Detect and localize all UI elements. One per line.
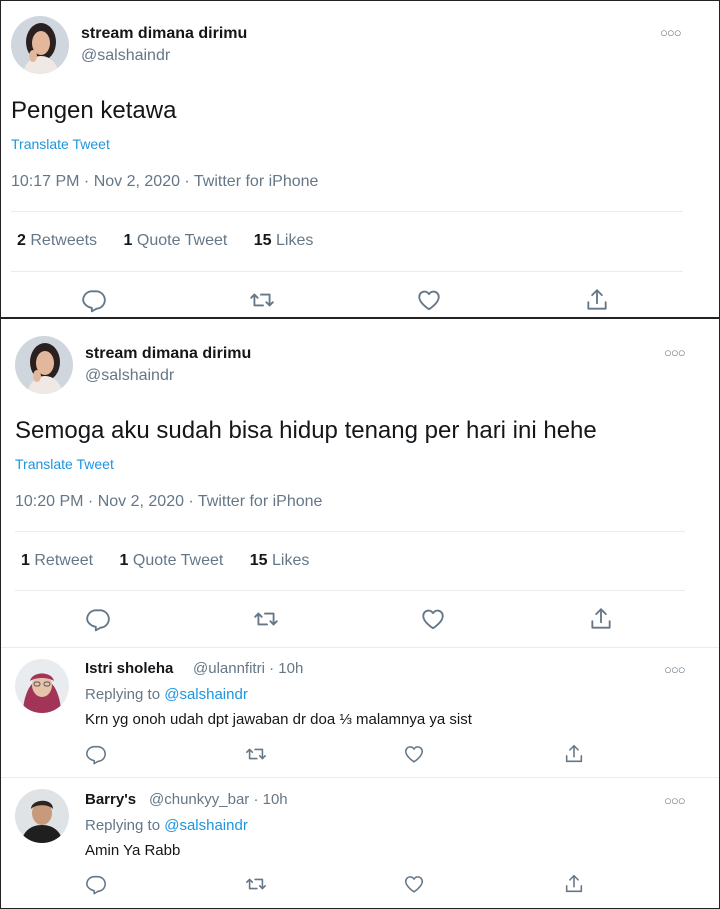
tweet-stats: 1 Retweet 1 Quote Tweet 15 Likes xyxy=(21,552,331,570)
tweet-text: Semoga aku sudah bisa hidup tenang per h… xyxy=(15,417,597,444)
share-icon[interactable] xyxy=(563,873,585,895)
divider xyxy=(11,271,683,272)
avatar[interactable] xyxy=(15,336,73,394)
display-name[interactable]: stream dimana dirimu xyxy=(85,345,251,363)
tweet-timestamp[interactable]: 10:17 PM · Nov 2, 2020 · Twitter for iPh… xyxy=(11,173,318,191)
reply-text: Krn yg onoh udah dpt jawaban dr doa ⅓ ma… xyxy=(85,711,472,728)
mention-link[interactable]: @salshaindr xyxy=(164,686,248,703)
likes-stat[interactable]: 15 Likes xyxy=(250,552,310,569)
heart-icon[interactable] xyxy=(416,287,442,313)
quote-tweets-stat[interactable]: 1 Quote Tweet xyxy=(124,232,228,249)
display-name[interactable]: stream dimana dirimu xyxy=(81,25,247,43)
share-icon[interactable] xyxy=(588,606,614,632)
share-icon[interactable] xyxy=(563,743,585,765)
likes-stat[interactable]: 15 Likes xyxy=(254,232,314,249)
retweet-icon[interactable] xyxy=(253,606,279,632)
divider xyxy=(15,531,685,532)
divider xyxy=(1,647,719,648)
share-icon[interactable] xyxy=(584,287,610,313)
tweet-panel-2: stream dimana dirimu @salshaindr ○○○ Sem… xyxy=(0,318,720,909)
more-horizontal-icon[interactable]: ○○○ xyxy=(664,345,686,360)
retweet-icon[interactable] xyxy=(245,873,267,895)
divider xyxy=(11,211,683,212)
reply-icon[interactable] xyxy=(85,743,107,765)
display-name[interactable]: Istri sholeha xyxy=(85,660,173,677)
quote-tweets-stat[interactable]: 1 Quote Tweet xyxy=(120,552,224,569)
reply-text: Amin Ya Rabb xyxy=(85,842,181,859)
heart-icon[interactable] xyxy=(420,606,446,632)
divider xyxy=(15,590,685,591)
reply-icon[interactable] xyxy=(85,606,111,632)
tweet-panel-1: stream dimana dirimu @salshaindr ○○○ Pen… xyxy=(0,0,720,318)
replying-to: Replying to @salshaindr xyxy=(85,686,248,703)
translate-tweet-link[interactable]: Translate Tweet xyxy=(15,456,114,472)
reply-icon[interactable] xyxy=(85,873,107,895)
retweets-stat[interactable]: 1 Retweet xyxy=(21,552,93,569)
retweet-icon[interactable] xyxy=(245,743,267,765)
reply-icon[interactable] xyxy=(81,287,107,313)
more-horizontal-icon[interactable]: ○○○ xyxy=(660,25,682,40)
replying-to: Replying to @salshaindr xyxy=(85,817,248,834)
tweet-timestamp[interactable]: 10:20 PM · Nov 2, 2020 · Twitter for iPh… xyxy=(15,493,322,511)
mention-link[interactable]: @salshaindr xyxy=(164,817,248,834)
retweets-stat[interactable]: 2 Retweets xyxy=(17,232,97,249)
retweet-icon[interactable] xyxy=(249,287,275,313)
avatar[interactable] xyxy=(11,16,69,74)
divider xyxy=(1,777,719,778)
tweet-stats: 2 Retweets 1 Quote Tweet 15 Likes xyxy=(17,232,335,250)
user-handle[interactable]: @ulannfitri · 10h xyxy=(193,660,303,677)
user-handle[interactable]: @chunkyy_bar · 10h xyxy=(149,791,288,808)
heart-icon[interactable] xyxy=(403,743,425,765)
more-horizontal-icon[interactable]: ○○○ xyxy=(664,793,686,808)
tweet-text: Pengen ketawa xyxy=(11,97,177,124)
heart-icon[interactable] xyxy=(403,873,425,895)
avatar[interactable] xyxy=(15,659,69,713)
translate-tweet-link[interactable]: Translate Tweet xyxy=(11,136,110,152)
user-handle[interactable]: @salshaindr xyxy=(85,367,174,385)
user-handle[interactable]: @salshaindr xyxy=(81,47,170,65)
more-horizontal-icon[interactable]: ○○○ xyxy=(664,662,686,677)
avatar[interactable] xyxy=(15,789,69,843)
display-name[interactable]: Barry's xyxy=(85,791,136,808)
